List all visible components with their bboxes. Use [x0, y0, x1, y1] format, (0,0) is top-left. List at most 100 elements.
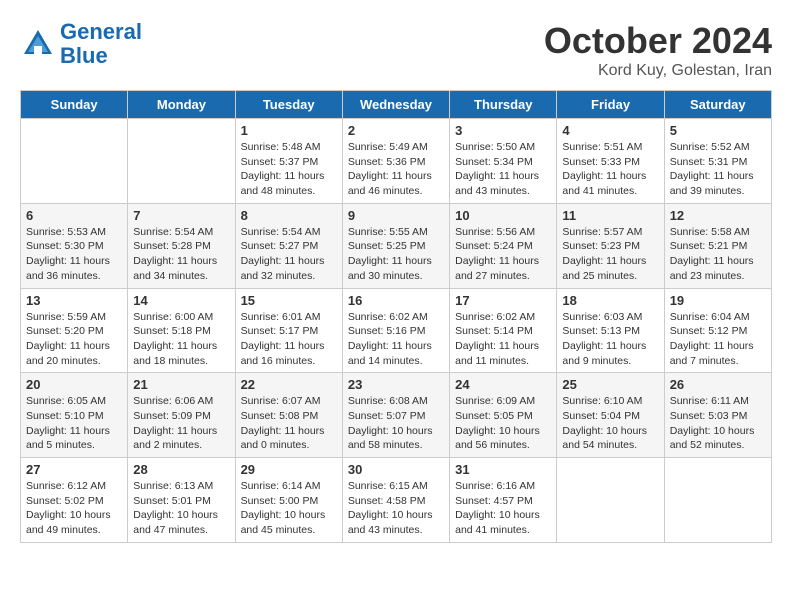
- day-detail: Sunrise: 5:52 AM Sunset: 5:31 PM Dayligh…: [670, 140, 766, 199]
- day-detail: Sunrise: 6:02 AM Sunset: 5:14 PM Dayligh…: [455, 310, 551, 369]
- calendar-cell: 15 Sunrise: 6:01 AM Sunset: 5:17 PM Dayli…: [235, 288, 342, 373]
- day-detail: Sunrise: 5:48 AM Sunset: 5:37 PM Dayligh…: [241, 140, 337, 199]
- day-number: 11: [562, 208, 658, 223]
- day-detail: Sunrise: 5:50 AM Sunset: 5:34 PM Dayligh…: [455, 140, 551, 199]
- calendar-cell: 26Sunrise: 6:11 AM Sunset: 5:03 PM Dayli…: [664, 373, 771, 458]
- calendar-cell: 28 Sunrise: 6:13 AM Sunset: 5:01 PM Dayli…: [128, 458, 235, 543]
- calendar-cell: 1 Sunrise: 5:48 AM Sunset: 5:37 PM Daylig…: [235, 119, 342, 204]
- day-detail: Sunrise: 5:54 AM Sunset: 5:27 PM Dayligh…: [241, 225, 337, 284]
- day-detail: Sunrise: 6:04 AM Sunset: 5:12 PM Dayligh…: [670, 310, 766, 369]
- calendar-week-row: 27Sunrise: 6:12 AM Sunset: 5:02 PM Dayli…: [21, 458, 772, 543]
- day-number: 16: [348, 293, 444, 308]
- calendar-cell: [557, 458, 664, 543]
- day-number: 2: [348, 123, 444, 138]
- col-header-saturday: Saturday: [664, 91, 771, 119]
- calendar-cell: 21Sunrise: 6:06 AM Sunset: 5:09 PM Dayli…: [128, 373, 235, 458]
- day-detail: Sunrise: 6:03 AM Sunset: 5:13 PM Dayligh…: [562, 310, 658, 369]
- calendar-cell: 25 Sunrise: 6:10 AM Sunset: 5:04 PM Dayli…: [557, 373, 664, 458]
- day-number: 30: [348, 462, 444, 477]
- calendar-cell: 16 Sunrise: 6:02 AM Sunset: 5:16 PM Dayli…: [342, 288, 449, 373]
- calendar-cell: 14 Sunrise: 6:00 AM Sunset: 5:18 PM Dayli…: [128, 288, 235, 373]
- calendar-cell: 19 Sunrise: 6:04 AM Sunset: 5:12 PM Dayli…: [664, 288, 771, 373]
- page-header: General Blue October 2024 Kord Kuy, Gole…: [20, 20, 772, 80]
- day-detail: Sunrise: 5:54 AM Sunset: 5:28 PM Dayligh…: [133, 225, 229, 284]
- calendar-cell: 2 Sunrise: 5:49 AM Sunset: 5:36 PM Daylig…: [342, 119, 449, 204]
- calendar-week-row: 6 Sunrise: 5:53 AM Sunset: 5:30 PM Daylig…: [21, 203, 772, 288]
- day-detail: Sunrise: 6:13 AM Sunset: 5:01 PM Dayligh…: [133, 479, 229, 538]
- calendar-cell: 10Sunrise: 5:56 AM Sunset: 5:24 PM Dayli…: [450, 203, 557, 288]
- calendar-cell: 8Sunrise: 5:54 AM Sunset: 5:27 PM Daylig…: [235, 203, 342, 288]
- calendar-cell: 17 Sunrise: 6:02 AM Sunset: 5:14 PM Dayli…: [450, 288, 557, 373]
- day-detail: Sunrise: 6:07 AM Sunset: 5:08 PM Dayligh…: [241, 394, 337, 453]
- calendar-week-row: 1 Sunrise: 5:48 AM Sunset: 5:37 PM Daylig…: [21, 119, 772, 204]
- calendar-cell: 12 Sunrise: 5:58 AM Sunset: 5:21 PM Dayli…: [664, 203, 771, 288]
- day-number: 13: [26, 293, 122, 308]
- day-detail: Sunrise: 5:56 AM Sunset: 5:24 PM Dayligh…: [455, 225, 551, 284]
- day-number: 22: [241, 377, 337, 392]
- day-number: 14: [133, 293, 229, 308]
- logo-text: General Blue: [60, 20, 142, 68]
- calendar-cell: 24Sunrise: 6:09 AM Sunset: 5:05 PM Dayli…: [450, 373, 557, 458]
- calendar-cell: 23Sunrise: 6:08 AM Sunset: 5:07 PM Dayli…: [342, 373, 449, 458]
- day-detail: Sunrise: 6:10 AM Sunset: 5:04 PM Dayligh…: [562, 394, 658, 453]
- day-number: 23: [348, 377, 444, 392]
- calendar-cell: 11 Sunrise: 5:57 AM Sunset: 5:23 PM Dayli…: [557, 203, 664, 288]
- day-detail: Sunrise: 6:14 AM Sunset: 5:00 PM Dayligh…: [241, 479, 337, 538]
- calendar-cell: 31 Sunrise: 6:16 AM Sunset: 4:57 PM Dayli…: [450, 458, 557, 543]
- day-number: 28: [133, 462, 229, 477]
- title-section: October 2024 Kord Kuy, Golestan, Iran: [544, 20, 772, 80]
- day-detail: Sunrise: 5:57 AM Sunset: 5:23 PM Dayligh…: [562, 225, 658, 284]
- logo: General Blue: [20, 20, 142, 68]
- day-detail: Sunrise: 5:49 AM Sunset: 5:36 PM Dayligh…: [348, 140, 444, 199]
- day-number: 17: [455, 293, 551, 308]
- calendar-cell: 7Sunrise: 5:54 AM Sunset: 5:28 PM Daylig…: [128, 203, 235, 288]
- day-detail: Sunrise: 6:02 AM Sunset: 5:16 PM Dayligh…: [348, 310, 444, 369]
- day-detail: Sunrise: 6:15 AM Sunset: 4:58 PM Dayligh…: [348, 479, 444, 538]
- day-number: 24: [455, 377, 551, 392]
- col-header-tuesday: Tuesday: [235, 91, 342, 119]
- calendar-cell: [664, 458, 771, 543]
- day-number: 9: [348, 208, 444, 223]
- day-detail: Sunrise: 6:01 AM Sunset: 5:17 PM Dayligh…: [241, 310, 337, 369]
- day-number: 25: [562, 377, 658, 392]
- col-header-thursday: Thursday: [450, 91, 557, 119]
- calendar-cell: 30 Sunrise: 6:15 AM Sunset: 4:58 PM Dayli…: [342, 458, 449, 543]
- calendar-header-row: SundayMondayTuesdayWednesdayThursdayFrid…: [21, 91, 772, 119]
- calendar-cell: 20 Sunrise: 6:05 AM Sunset: 5:10 PM Dayli…: [21, 373, 128, 458]
- day-number: 20: [26, 377, 122, 392]
- day-detail: Sunrise: 6:05 AM Sunset: 5:10 PM Dayligh…: [26, 394, 122, 453]
- day-detail: Sunrise: 6:00 AM Sunset: 5:18 PM Dayligh…: [133, 310, 229, 369]
- calendar-week-row: 13 Sunrise: 5:59 AM Sunset: 5:20 PM Dayli…: [21, 288, 772, 373]
- day-number: 26: [670, 377, 766, 392]
- calendar-table: SundayMondayTuesdayWednesdayThursdayFrid…: [20, 90, 772, 543]
- calendar-cell: [21, 119, 128, 204]
- day-detail: Sunrise: 5:58 AM Sunset: 5:21 PM Dayligh…: [670, 225, 766, 284]
- day-detail: Sunrise: 6:16 AM Sunset: 4:57 PM Dayligh…: [455, 479, 551, 538]
- day-detail: Sunrise: 5:59 AM Sunset: 5:20 PM Dayligh…: [26, 310, 122, 369]
- day-number: 5: [670, 123, 766, 138]
- day-number: 27: [26, 462, 122, 477]
- day-number: 15: [241, 293, 337, 308]
- day-number: 19: [670, 293, 766, 308]
- month-title: October 2024: [544, 20, 772, 62]
- day-number: 31: [455, 462, 551, 477]
- calendar-cell: 4Sunrise: 5:51 AM Sunset: 5:33 PM Daylig…: [557, 119, 664, 204]
- day-number: 3: [455, 123, 551, 138]
- day-detail: Sunrise: 5:55 AM Sunset: 5:25 PM Dayligh…: [348, 225, 444, 284]
- day-number: 18: [562, 293, 658, 308]
- day-number: 29: [241, 462, 337, 477]
- day-number: 12: [670, 208, 766, 223]
- calendar-cell: 13 Sunrise: 5:59 AM Sunset: 5:20 PM Dayli…: [21, 288, 128, 373]
- calendar-cell: 27Sunrise: 6:12 AM Sunset: 5:02 PM Dayli…: [21, 458, 128, 543]
- calendar-cell: [128, 119, 235, 204]
- day-number: 21: [133, 377, 229, 392]
- day-number: 1: [241, 123, 337, 138]
- calendar-cell: 5 Sunrise: 5:52 AM Sunset: 5:31 PM Daylig…: [664, 119, 771, 204]
- calendar-week-row: 20 Sunrise: 6:05 AM Sunset: 5:10 PM Dayli…: [21, 373, 772, 458]
- location: Kord Kuy, Golestan, Iran: [544, 62, 772, 80]
- calendar-cell: 3 Sunrise: 5:50 AM Sunset: 5:34 PM Daylig…: [450, 119, 557, 204]
- day-number: 6: [26, 208, 122, 223]
- col-header-sunday: Sunday: [21, 91, 128, 119]
- day-detail: Sunrise: 5:53 AM Sunset: 5:30 PM Dayligh…: [26, 225, 122, 284]
- calendar-cell: 18 Sunrise: 6:03 AM Sunset: 5:13 PM Dayli…: [557, 288, 664, 373]
